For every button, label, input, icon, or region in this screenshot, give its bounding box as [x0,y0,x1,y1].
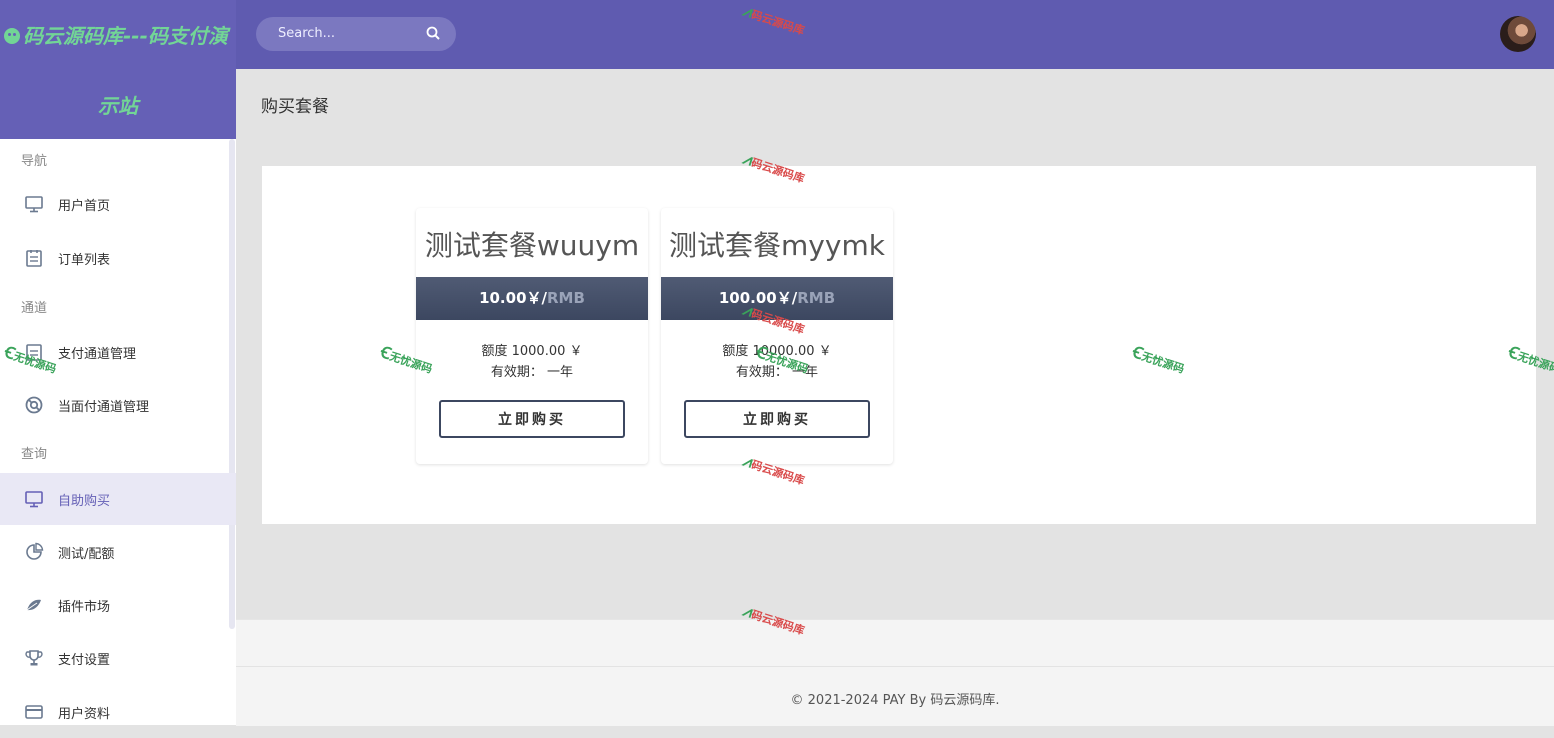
search-box [256,17,456,51]
sidebar-item-label: 用户资料 [58,707,111,722]
pie-chart-icon [26,542,44,560]
sidebar-item-user-profile[interactable]: 用户资料 [0,686,236,738]
leaf-icon [26,599,41,611]
buy-now-button[interactable]: 立即购买 [684,400,870,438]
sidebar-item-label: 订单列表 [58,253,111,268]
sidebar-item-label: 支付设置 [58,653,111,668]
sidebar-item-self-purchase[interactable]: 自助购买 [0,473,236,525]
sidebar-item-plugin-market[interactable]: 插件市场 [0,579,236,631]
lifebuoy-icon [25,396,43,414]
footer [236,619,1554,726]
sidebar-section-nav: 导航 [21,154,48,169]
package-card: 测试套餐wuuym 10.00￥/RMB 额度 1000.00 ￥ 有效期： 一… [416,208,648,464]
sidebar-section-query: 查询 [21,447,48,462]
user-avatar[interactable] [1500,16,1536,52]
package-validity: 有效期： 一年 [735,365,819,380]
card-icon [25,705,43,719]
sidebar-item-label: 自助购买 [58,494,111,509]
brand-block: 码云源码库---码支付演 示站 [0,0,236,139]
sidebar-section-channel: 通道 [21,301,48,316]
sidebar-item-label: 用户首页 [58,199,111,214]
monitor-icon [25,491,43,508]
search-input[interactable] [276,25,420,42]
package-quota: 额度 10000.00 ￥ [722,344,832,359]
package-quota: 额度 1000.00 ￥ [481,344,583,359]
sidebar-item-label: 当面付通道管理 [58,400,150,415]
package-price: 100.00￥/RMB [661,277,893,320]
buy-now-button[interactable]: 立即购买 [439,400,625,438]
sidebar-item-payment-channels[interactable]: 支付通道管理 [0,326,236,378]
footer-copyright: © 2021-2024 PAY By 码云源码库. [790,693,1000,708]
package-name: 测试套餐wuuym [424,229,640,262]
package-price: 10.00￥/RMB [416,277,648,320]
package-card: 测试套餐myymk 100.00￥/RMB 额度 10000.00 ￥ 有效期：… [661,208,893,464]
sidebar-item-label: 支付通道管理 [58,347,137,362]
sidebar-item-payment-settings[interactable]: 支付设置 [0,632,236,684]
sidebar-item-order-list[interactable]: 订单列表 [0,232,236,284]
clipboard-icon [26,250,42,267]
sidebar-item-f2f-channels[interactable]: 当面付通道管理 [0,379,236,431]
smiley-icon [4,28,20,44]
search-icon[interactable] [426,26,440,40]
brand-title[interactable]: 码云源码库---码支付演 [4,20,228,49]
monitor-icon [25,196,43,213]
footer-divider [236,666,1554,667]
sidebar-item-label: 插件市场 [58,600,111,615]
page-title: 购买套餐 [261,97,329,117]
sidebar-item-test-quota[interactable]: 测试/配额 [0,526,236,578]
trophy-icon [25,650,43,666]
clipboard-icon [26,344,42,361]
package-name: 测试套餐myymk [669,229,885,262]
sidebar-item-user-home[interactable]: 用户首页 [0,178,236,230]
package-validity: 有效期： 一年 [490,365,574,380]
sidebar-item-label: 测试/配额 [58,547,115,562]
brand-title-continued[interactable]: 示站 [0,90,236,119]
